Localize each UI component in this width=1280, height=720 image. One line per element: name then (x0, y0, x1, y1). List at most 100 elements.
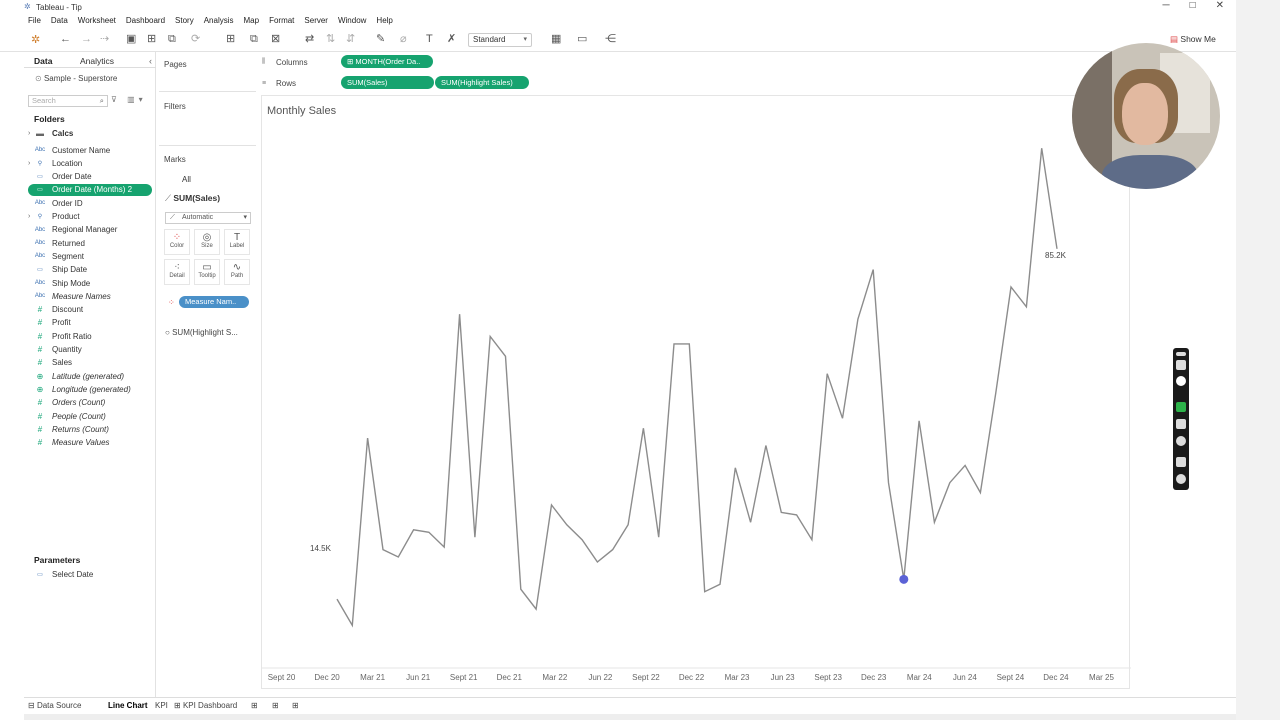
detail-button[interactable]: ⁖ Detail (164, 259, 190, 285)
show-me-button[interactable]: ▤ Show Me (1170, 34, 1216, 45)
screenshot-icon[interactable] (1176, 360, 1186, 370)
tableau-home-icon[interactable]: ✲ (31, 34, 40, 46)
menu-server[interactable]: Server (304, 16, 328, 25)
field-search-input[interactable]: Search ⌕ (28, 95, 108, 107)
marks-highlight-tab[interactable]: ○ SUM(Highlight S... (165, 328, 238, 337)
field-customer-name[interactable]: Abc Customer Name (28, 144, 110, 156)
tab-analytics[interactable]: Analytics (80, 56, 114, 66)
pages-card[interactable]: Pages (159, 54, 256, 92)
label-button[interactable]: T Label (224, 229, 250, 255)
field-measure-names[interactable]: Abc Measure Names (28, 290, 111, 302)
field-returns-count[interactable]: # Returns (Count) (28, 423, 109, 435)
path-button[interactable]: ∿ Path (224, 259, 250, 285)
field-profit[interactable]: # Profit (28, 317, 71, 329)
field-discount[interactable]: # Discount (28, 304, 83, 316)
rows-pill-sum-highlight-sales[interactable]: SUM(Highlight Sales) (435, 76, 529, 89)
minimize-button[interactable]: ─ (1162, 0, 1169, 11)
columns-pill-month-order-date[interactable]: ⊞ MONTH(Order Da.. (341, 55, 433, 68)
pause-updates-icon[interactable]: ⧉ (168, 33, 176, 45)
field-latitude-generated[interactable]: ⊕ Latitude (generated) (28, 370, 124, 382)
field-returned[interactable]: Abc Returned (28, 237, 85, 249)
tab-line-chart[interactable]: Line Chart (108, 701, 148, 710)
color-button[interactable]: ⁘ Color (164, 229, 190, 255)
field-segment[interactable]: Abc Segment (28, 250, 84, 262)
field-sales[interactable]: # Sales (28, 357, 72, 369)
series-line-sales[interactable] (336, 148, 1058, 628)
menu-worksheet[interactable]: Worksheet (78, 16, 116, 25)
new-worksheet-icon[interactable]: ⊞ (226, 33, 235, 45)
worksheet-view[interactable]: Monthly Sales 14.5K 85.2K Sept 20 Dec 20 Mar… (261, 95, 1131, 689)
field-order-date[interactable]: ▭ Order Date (28, 171, 91, 183)
chevron-right-icon[interactable]: › (28, 213, 30, 220)
mark-type-select[interactable]: ⟋ Automatic ▾ (165, 212, 251, 224)
back-icon[interactable]: ← (60, 33, 71, 45)
close-button[interactable]: ✕ (1216, 0, 1224, 11)
presentation-mode-icon[interactable]: ▭ (577, 33, 587, 45)
menu-file[interactable]: File (28, 16, 41, 25)
field-quantity[interactable]: # Quantity (28, 344, 82, 356)
share-icon[interactable]: ⋲ (605, 33, 616, 45)
field-order-id[interactable]: Abc Order ID (28, 197, 83, 209)
highlight-icon[interactable]: ✎ (376, 33, 385, 45)
fix-axes-icon[interactable]: ✗ (447, 33, 456, 45)
webcam-icon[interactable] (1176, 436, 1186, 446)
folder-calcs[interactable]: › ▬ Calcs (28, 127, 73, 139)
show-cards-icon[interactable]: ▦ (551, 33, 561, 45)
refresh-icon[interactable]: ⟳ (191, 33, 200, 45)
collapse-pane-icon[interactable]: ‹ (149, 56, 152, 66)
chevron-right-icon[interactable]: › (28, 160, 30, 167)
record-icon[interactable] (1176, 376, 1186, 386)
menu-format[interactable]: Format (269, 16, 294, 25)
tab-kpi[interactable]: KPI (155, 701, 168, 710)
marks-all-tab[interactable]: All (182, 175, 191, 184)
measure-names-pill[interactable]: Measure Nam.. (179, 296, 249, 308)
speaker-icon[interactable] (1176, 419, 1186, 429)
tab-data[interactable]: Data (34, 56, 52, 66)
swap-rows-columns-icon[interactable]: ⇄ (305, 33, 314, 45)
new-datasource-icon[interactable]: ⊞ (147, 33, 156, 45)
parameter-select-date[interactable]: ▭ Select Date (28, 568, 93, 580)
tab-kpi-dashboard[interactable]: ⊞ KPI Dashboard (174, 701, 237, 710)
field-ship-mode[interactable]: Abc Ship Mode (28, 277, 90, 289)
duplicate-sheet-icon[interactable]: ⧉ (250, 33, 258, 45)
menu-dashboard[interactable]: Dashboard (126, 16, 165, 25)
field-people-count[interactable]: # People (Count) (28, 410, 106, 422)
new-story-tab-icon[interactable]: ⊞ (292, 701, 299, 710)
new-worksheet-tab-icon[interactable]: ⊞ (251, 701, 258, 710)
menu-story[interactable]: Story (175, 16, 194, 25)
menu-analysis[interactable]: Analysis (204, 16, 234, 25)
clear-sheet-icon[interactable]: ⊠ (271, 33, 280, 45)
save-icon[interactable]: ▣ (126, 33, 136, 45)
forward-icon[interactable]: → (81, 33, 92, 45)
field-orders-count[interactable]: # Orders (Count) (28, 397, 106, 409)
field-ship-date[interactable]: ▭ Ship Date (28, 264, 87, 276)
size-button[interactable]: ◎ Size (194, 229, 220, 255)
menu-map[interactable]: Map (244, 16, 260, 25)
new-dashboard-tab-icon[interactable]: ⊞ (272, 701, 279, 710)
rows-pill-sum-sales[interactable]: SUM(Sales) (341, 76, 434, 89)
microphone-icon[interactable] (1176, 402, 1186, 412)
datasource-item[interactable]: ⊙ Sample - Superstore (35, 74, 117, 83)
menu-window[interactable]: Window (338, 16, 366, 25)
sort-descending-icon[interactable]: ⇵ (346, 33, 355, 45)
field-profit-ratio[interactable]: # Profit Ratio (28, 330, 92, 342)
rows-shelf[interactable]: ≡ Rows (262, 76, 296, 90)
redo-icon[interactable]: ⇢ (100, 33, 109, 45)
menu-help[interactable]: Help (376, 16, 392, 25)
field-product[interactable]: › ⚲ Product (28, 211, 80, 223)
fit-select[interactable]: Standard ▾ (468, 33, 532, 47)
group-members-icon[interactable]: ⌀ (400, 33, 407, 45)
marks-sales-tab[interactable]: ⟋ SUM(Sales) (165, 193, 220, 204)
filter-fields-icon[interactable]: ⊽ ▥▾ (111, 95, 147, 104)
settings-gear-icon[interactable] (1176, 474, 1186, 484)
filters-card[interactable]: Filters (159, 96, 256, 146)
tooltip-button[interactable]: ▭ Tooltip (194, 259, 220, 285)
menu-data[interactable]: Data (51, 16, 68, 25)
columns-shelf[interactable]: ⫼ Columns (262, 55, 308, 69)
maximize-button[interactable]: □ (1190, 0, 1196, 11)
window-icon[interactable] (1176, 457, 1186, 467)
field-regional-manager[interactable]: Abc Regional Manager (28, 224, 118, 236)
field-measure-values[interactable]: # Measure Values (28, 437, 110, 449)
field-longitude-generated[interactable]: ⊕ Longitude (generated) (28, 383, 131, 395)
data-source-tab[interactable]: ⊟ Data Source (28, 701, 81, 710)
